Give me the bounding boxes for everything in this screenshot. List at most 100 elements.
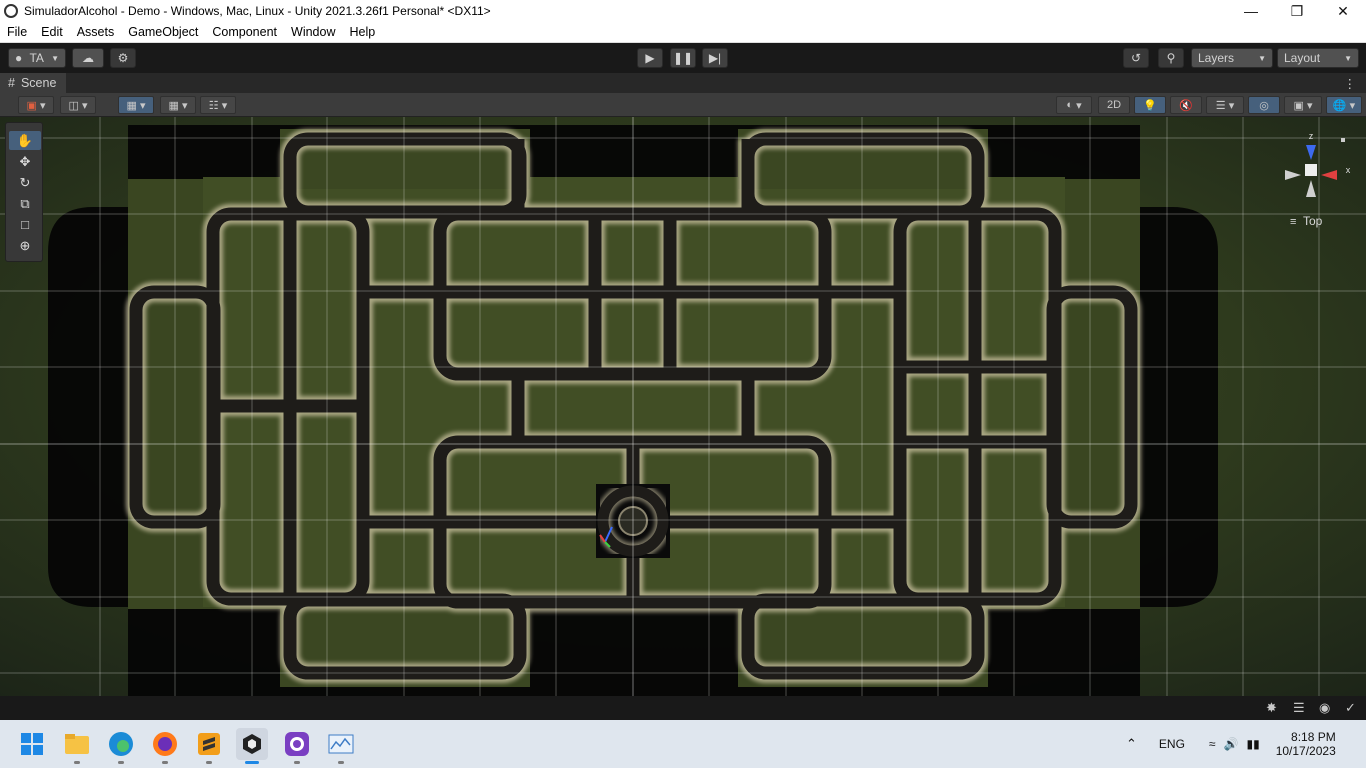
- lightbulb-icon: 💡: [1143, 99, 1157, 112]
- layers-dropdown[interactable]: Layers ▼: [1191, 48, 1273, 68]
- render-mode-dropdown[interactable]: ◫ ▾: [60, 96, 96, 114]
- scene-visibility-toggle[interactable]: ◎: [1248, 96, 1280, 114]
- hand-tool-button[interactable]: ✋: [9, 131, 41, 150]
- firefox-button[interactable]: [149, 728, 181, 764]
- hand-icon: ✋: [16, 132, 34, 148]
- chart-app-icon: [328, 734, 354, 754]
- edge-browser-icon: [109, 732, 133, 756]
- mute-icon: 🔇: [1179, 99, 1193, 112]
- palette-drag-handle[interactable]: [6, 123, 42, 129]
- unity-icon: [243, 734, 261, 754]
- scale-tool-button[interactable]: ⧉: [9, 194, 41, 213]
- shading-sphere-icon: ◐: [1066, 99, 1074, 111]
- volume-icon[interactable]: 🔊: [1224, 737, 1239, 751]
- menu-bar: File Edit Assets GameObject Component Wi…: [0, 22, 1366, 43]
- menu-window[interactable]: Window: [284, 25, 342, 39]
- account-dropdown[interactable]: ● TA ▼: [8, 48, 66, 68]
- folder-icon: [65, 734, 89, 754]
- draw-mode-icon: ▣: [26, 99, 37, 112]
- step-icon: ▶|: [708, 51, 722, 65]
- pause-button[interactable]: ❚❚: [670, 48, 696, 68]
- tab-scene[interactable]: # Scene: [0, 73, 66, 93]
- pause-icon: ❚❚: [672, 51, 694, 65]
- sublime-text-button[interactable]: [193, 728, 225, 764]
- scene-tool-palette: ✋ ✥ ↻ ⧉ □ ⊕: [5, 122, 43, 262]
- wifi-icon[interactable]: ≈: [1209, 737, 1216, 751]
- start-button[interactable]: [16, 728, 48, 760]
- layers-effects-icon: ☰: [1215, 99, 1226, 112]
- transform-tool-button[interactable]: ⊕: [9, 236, 41, 255]
- hamburger-icon[interactable]: ≡: [1290, 216, 1296, 228]
- stack-icon[interactable]: ☰: [1293, 700, 1305, 716]
- grid-visibility-dropdown[interactable]: ▦ ▾: [160, 96, 196, 114]
- menu-file[interactable]: File: [0, 25, 34, 39]
- scene-map-canvas[interactable]: z x Top ≡: [0, 117, 1366, 696]
- grid-icon: ▦: [168, 99, 179, 112]
- undo-history-button[interactable]: ↺: [1123, 48, 1149, 68]
- rotate-icon: ↻: [19, 174, 31, 190]
- gizmo-axis-z: z: [1309, 131, 1314, 141]
- gear-icon: ⚙: [117, 51, 129, 65]
- collab-settings-button[interactable]: ⚙: [110, 48, 136, 68]
- restore-button[interactable]: ❐: [1274, 0, 1320, 22]
- menu-component[interactable]: Component: [205, 25, 284, 39]
- edge-button[interactable]: [105, 728, 137, 764]
- history-icon: ↺: [1130, 51, 1142, 65]
- increment-snap-dropdown[interactable]: ☷ ▾: [200, 96, 236, 114]
- unity-logo-icon: [4, 4, 18, 18]
- step-button[interactable]: ▶|: [702, 48, 728, 68]
- minimize-button[interactable]: —: [1228, 0, 1274, 22]
- gizmos-dropdown[interactable]: 🌐 ▾: [1326, 96, 1362, 114]
- gizmo-center-cube-icon[interactable]: [1305, 164, 1317, 176]
- system-tray: ⌃ ENG ≈ 🔊 ▮▮ 8:18 PM 10/17/2023: [1126, 720, 1336, 768]
- menu-edit[interactable]: Edit: [34, 25, 70, 39]
- more-options-icon[interactable]: ⋮: [1344, 76, 1357, 91]
- play-icon: ▶: [645, 51, 655, 65]
- sublime-text-icon: [198, 733, 220, 755]
- gizmo-lock-icon[interactable]: [1341, 138, 1345, 142]
- chevron-down-icon: ▼: [1258, 53, 1266, 63]
- layout-dropdown[interactable]: Layout ▼: [1277, 48, 1359, 68]
- github-desktop-button[interactable]: [281, 728, 313, 764]
- lighting-toggle[interactable]: 💡: [1134, 96, 1166, 114]
- scene-tab-bar: # Scene ⋮: [0, 73, 1366, 93]
- audio-toggle[interactable]: 🔇: [1170, 96, 1202, 114]
- play-button[interactable]: ▶: [637, 48, 663, 68]
- camera-settings-dropdown[interactable]: ▣ ▾: [1284, 96, 1322, 114]
- battery-icon[interactable]: ▮▮: [1246, 737, 1259, 751]
- close-button[interactable]: ✕: [1320, 0, 1366, 22]
- language-indicator[interactable]: ENG: [1159, 737, 1185, 751]
- effects-dropdown[interactable]: ☰ ▾: [1206, 96, 1244, 114]
- unity-hub-button[interactable]: [236, 728, 268, 764]
- gizmo-globe-icon: 🌐: [1332, 99, 1347, 112]
- scene-tab-label: Scene: [20, 76, 57, 90]
- cube-icon: ◫: [68, 99, 79, 112]
- menu-assets[interactable]: Assets: [70, 25, 122, 39]
- menu-help[interactable]: Help: [342, 25, 382, 39]
- rect-icon: □: [21, 217, 29, 232]
- rotate-tool-button[interactable]: ↻: [9, 173, 41, 192]
- grid-snapping-dropdown[interactable]: ▦ ▾: [118, 96, 154, 114]
- clock[interactable]: 8:18 PM 10/17/2023: [1276, 730, 1336, 758]
- menu-gameobject[interactable]: GameObject: [121, 25, 205, 39]
- file-explorer-button[interactable]: [61, 728, 93, 764]
- rect-tool-button[interactable]: □: [9, 215, 41, 234]
- check-icon[interactable]: ✓: [1345, 700, 1356, 716]
- toggle-2d-button[interactable]: 2D: [1098, 96, 1130, 114]
- draw-mode-dropdown[interactable]: ▣ ▾: [18, 96, 54, 114]
- layout-label: Layout: [1284, 51, 1321, 65]
- scene-viewport[interactable]: z x Top ≡: [0, 117, 1366, 696]
- shading-mode-dropdown[interactable]: ◐ ▾: [1056, 96, 1092, 114]
- progress-icon[interactable]: ◉: [1319, 700, 1330, 716]
- move-tool-button[interactable]: ✥: [9, 152, 41, 171]
- grid-icon: #: [8, 76, 15, 90]
- scene-view-toolbar: ▣ ▾ ◫ ▾ ▦ ▾ ▦ ▾ ☷ ▾ ◐ ▾ 2D 💡 🔇 ☰ ▾ ◎ ▣ ▾…: [0, 93, 1366, 117]
- monitor-app-button[interactable]: [325, 728, 357, 764]
- chevron-down-icon: ▼: [1344, 53, 1352, 63]
- gizmo-axis-x: x: [1346, 165, 1351, 175]
- move-icon: ✥: [19, 153, 31, 169]
- chevron-up-icon[interactable]: ⌃: [1126, 736, 1137, 752]
- cloud-button[interactable]: ☁: [72, 48, 104, 68]
- debug-icon[interactable]: ✸: [1266, 700, 1277, 716]
- search-button[interactable]: ⚲: [1158, 48, 1184, 68]
